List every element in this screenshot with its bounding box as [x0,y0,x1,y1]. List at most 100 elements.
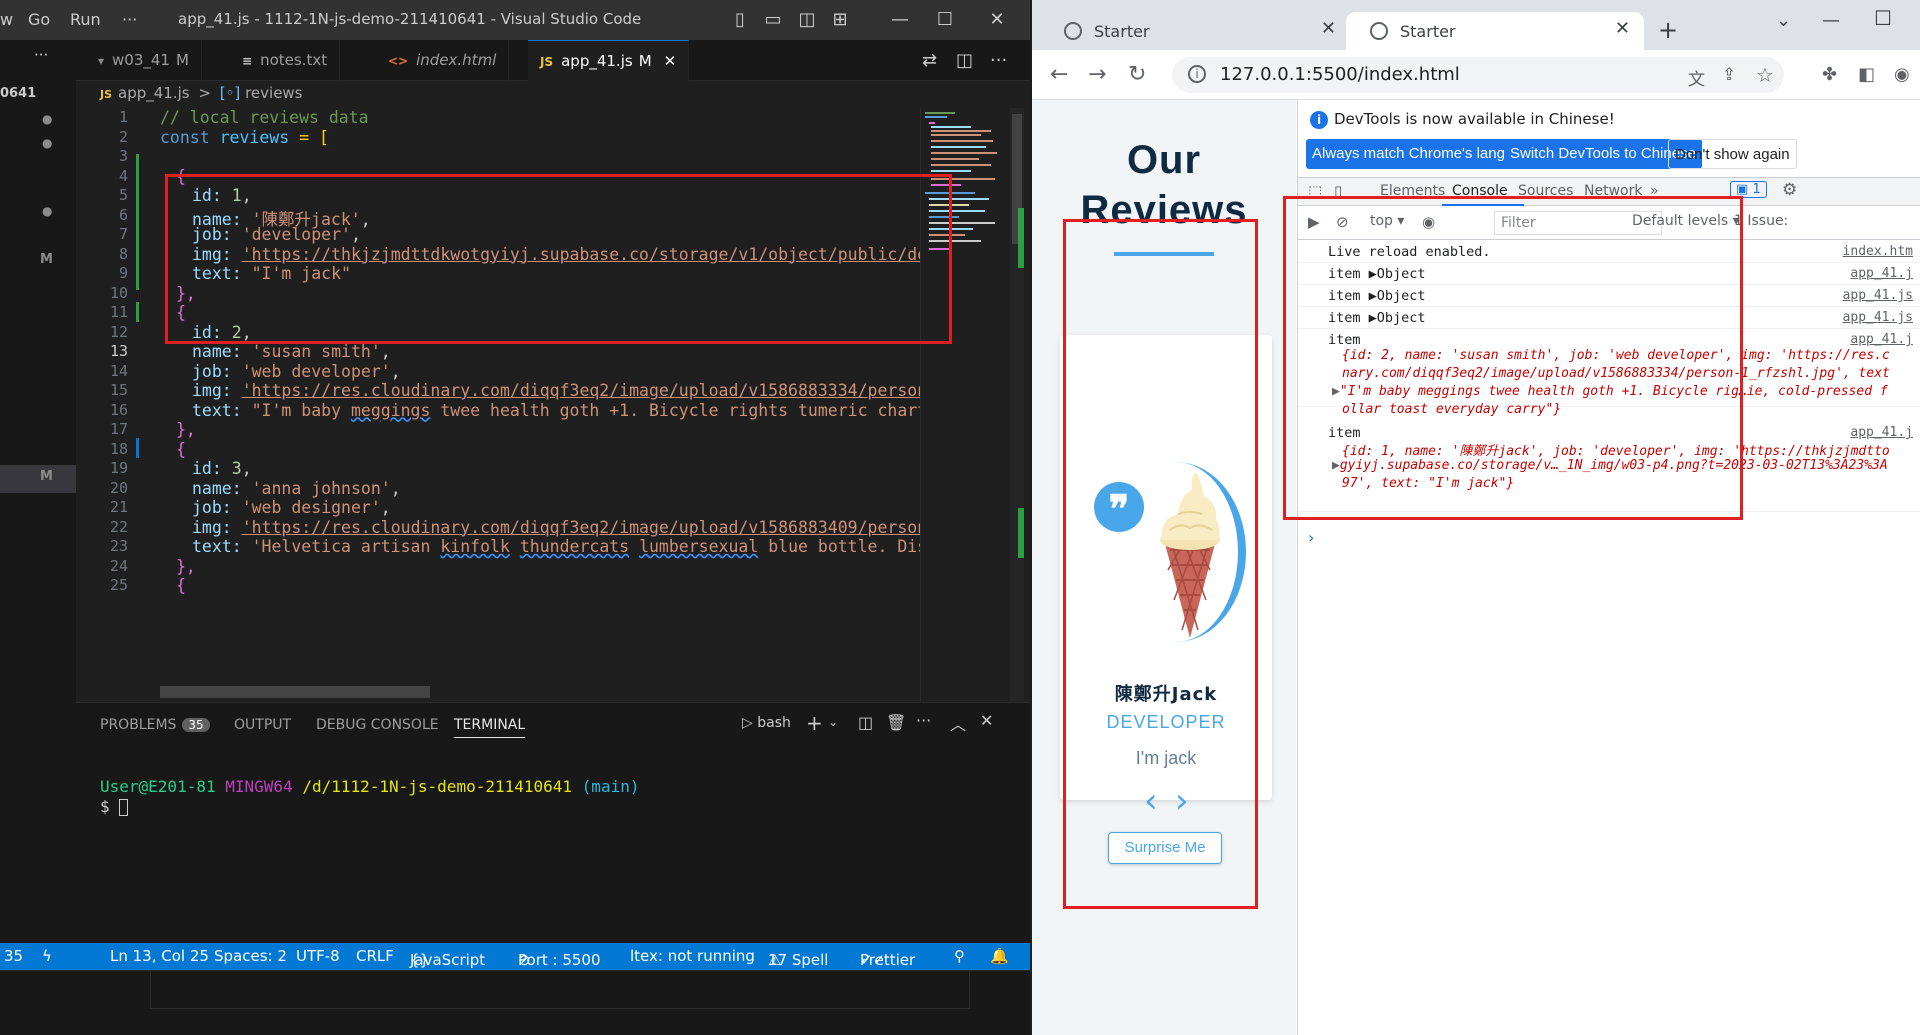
chevron-down-icon[interactable]: ⌄ [1776,10,1791,31]
side-panel-icon[interactable]: ◧ [1858,64,1875,85]
modified-marker: M [40,252,53,267]
split-terminal-icon[interactable]: ◫ [858,713,873,732]
dont-show-again-button[interactable]: Don't show again [1668,139,1797,169]
tab-output[interactable]: OUTPUT [234,717,291,733]
menu-more[interactable]: ··· [122,10,137,29]
close-panel-icon[interactable]: ✕ [980,711,993,730]
vertical-scrollbar[interactable] [1010,108,1024,702]
toggle-panel-icon[interactable]: ▭ [758,6,788,34]
maximize-panel-icon[interactable]: ︿ [950,711,966,735]
status-eol[interactable]: CRLF [356,947,394,965]
notifications-bell-icon[interactable]: 🔔 [990,947,1009,965]
menu-run[interactable]: Run [70,10,101,29]
close-window-icon[interactable]: ✕ [982,6,1012,34]
line-number: 9 [118,264,128,282]
code-line-25: { [176,576,186,595]
maximize-icon[interactable]: ☐ [1874,6,1892,30]
globe-icon [1370,22,1388,40]
address-bar[interactable]: i 127.0.0.1:5500/index.html 文 ⇪ ☆ [1172,57,1784,93]
trash-icon[interactable]: 🗑 [886,713,906,732]
customize-layout-icon[interactable]: ⊞ [825,6,855,34]
text-file-icon: ≡ [242,54,253,68]
more-actions-icon[interactable]: ··· [990,50,1007,71]
tab-notes-txt[interactable]: ≡ notes.txt [230,40,341,81]
code-line-24: }, [176,556,196,576]
line-number: 10 [109,283,128,302]
minimize-icon[interactable]: — [1822,10,1840,31]
status-cursor-position[interactable]: Ln 13, Col 25 [110,947,209,965]
line-number: 22 [109,517,128,536]
source-link[interactable]: app_41.js [1843,310,1913,325]
bookmark-star-icon[interactable]: ☆ [1756,63,1774,87]
back-arrow-icon[interactable]: ← [1050,62,1068,87]
breadcrumb-file[interactable]: app_41.js [118,84,190,102]
console-prompt[interactable]: › [1308,528,1314,547]
tab-debug-console[interactable]: DEBUG CONSOLE [316,717,439,733]
code-line-20: name: 'anna johnson', [192,478,401,498]
menu-go[interactable]: Go [28,10,50,29]
reload-icon[interactable]: ↻ [1128,62,1146,87]
close-tab-icon[interactable]: ✕ [1321,18,1336,39]
new-terminal-icon[interactable]: + [806,711,823,735]
tab-app-41-js[interactable]: JS app_41.js M ✕ [528,40,690,81]
more-actions-icon[interactable]: ··· [916,711,931,730]
feedback-icon[interactable]: ⚲ [954,947,965,965]
lightning-icon[interactable]: ϟ [42,947,52,965]
terminal-prompt-line: User@E201-81 MINGW64 /d/1112-1N-js-demo-… [100,777,640,796]
line-number: 5 [118,186,128,204]
translate-icon[interactable]: 文 [1688,65,1705,90]
vscode-window: w Go Run ··· app_41.js - 1112-1N-js-demo… [0,0,1030,1035]
line-number: 25 [109,576,128,594]
compare-changes-icon[interactable]: ⇄ [922,50,937,71]
breadcrumb-symbol[interactable]: reviews [245,84,302,102]
gear-icon[interactable]: ⚙ [1782,180,1797,200]
more-actions-icon[interactable]: ··· [34,46,48,64]
share-icon[interactable]: ⇪ [1722,65,1736,85]
profile-icon[interactable]: ◉ [1894,64,1910,85]
terminal-shell-selector[interactable]: ▷ bash [742,715,791,731]
url-text[interactable]: 127.0.0.1:5500/index.html [1220,64,1460,85]
toggle-secondary-sidebar-icon[interactable]: ◫ [792,6,822,34]
new-tab-icon[interactable]: + [1658,16,1678,44]
source-link[interactable]: app_41.js [1843,288,1913,303]
source-link[interactable]: app_41.j [1850,332,1913,347]
chevron-down-icon[interactable]: ⌄ [828,715,838,729]
split-editor-icon[interactable]: ◫ [956,50,973,71]
source-link[interactable]: app_41.j [1850,425,1913,440]
terminal-input-line[interactable]: $ [100,797,129,816]
close-tab-icon[interactable]: ✕ [1615,18,1630,39]
line-number: 6 [118,205,128,224]
status-encoding[interactable]: UTF-8 [296,947,340,965]
site-info-icon[interactable]: i [1188,65,1206,83]
tab-problems[interactable]: PROBLEMS 35 [100,717,210,733]
tab-terminal[interactable]: TERMINAL [454,717,526,738]
maximize-icon[interactable]: ☐ [930,6,960,34]
tab-index-html[interactable]: <> index.html [376,40,510,81]
line-number: 15 [109,381,128,399]
tab-label: w03_41 [112,51,170,69]
browser-tab-1[interactable]: Starter ✕ [1040,12,1350,50]
source-link[interactable]: index.htm [1843,244,1913,259]
line-number: 12 [109,322,128,341]
git-change-bar [136,154,139,290]
annotation-box-console [1283,196,1743,520]
toggle-sidebar-icon[interactable]: ▯ [725,6,755,34]
terminal-icon: ▷ [742,715,753,731]
tab-w03-41[interactable]: ▾ w03_41 M [86,40,202,81]
extensions-puzzle-icon[interactable]: ✤ [1822,64,1837,85]
minimize-icon[interactable]: — [885,6,915,34]
status-remote[interactable]: 35 [4,947,23,965]
tab-label: index.html [416,51,497,69]
horizontal-scrollbar[interactable] [160,686,430,698]
scroll-marker [1018,208,1024,268]
menu-view[interactable]: w [0,10,13,29]
status-ltex[interactable]: ltex: not running [630,947,755,965]
browser-tab-2[interactable]: Starter ✕ [1346,12,1644,50]
variable-icon: [◦] [219,84,241,102]
forward-arrow-icon[interactable]: → [1088,62,1106,87]
code-line-16: text: "I'm baby meggings twee health got… [192,400,938,420]
close-tab-icon[interactable]: ✕ [664,52,677,70]
line-number: 2 [118,127,128,146]
source-link[interactable]: app_41.j [1850,266,1913,281]
status-indentation[interactable]: Spaces: 2 [214,947,287,965]
